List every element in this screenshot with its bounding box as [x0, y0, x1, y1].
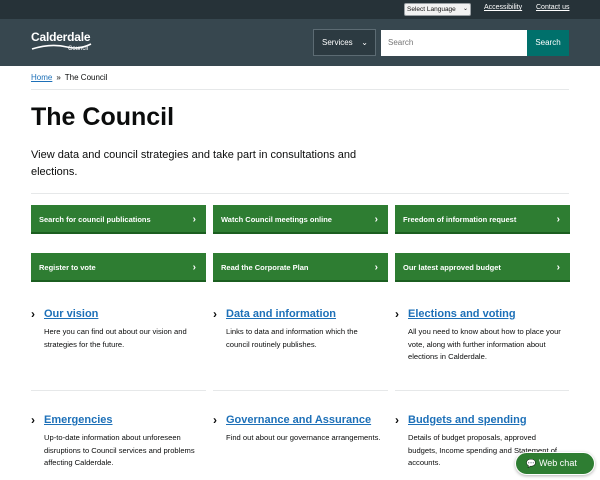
search-input[interactable] [381, 30, 527, 56]
chevron-right-icon: › [192, 214, 196, 225]
divider [31, 390, 206, 391]
quick-link-council-publications[interactable]: Search for council publications › [31, 205, 206, 234]
quick-link-corporate-plan[interactable]: Read the Corporate Plan › [213, 253, 388, 282]
card-title-link[interactable]: Data and information [226, 307, 336, 321]
quick-link-register-to-vote[interactable]: Register to vote › [31, 253, 206, 282]
card-description: Here you can find out about our vision a… [44, 327, 187, 349]
card-our-vision: › Our vision Here you can find out about … [31, 307, 201, 351]
chevron-down-icon: ⌄ [462, 6, 468, 12]
contact-us-link[interactable]: Contact us [536, 4, 569, 11]
chat-bubble-icon: 💬 [526, 459, 536, 468]
card-elections-and-voting: › Elections and voting All you need to kn… [395, 307, 565, 364]
card-description: Links to data and information which the … [226, 327, 358, 349]
calderdale-logo[interactable]: Calderdale Council [31, 30, 101, 56]
quick-link-approved-budget[interactable]: Our latest approved budget › [395, 253, 570, 282]
quick-link-label: Search for council publications [39, 215, 151, 224]
divider [31, 193, 569, 194]
language-select-value: Select Language [407, 6, 456, 13]
breadcrumb-separator: » [56, 73, 61, 82]
language-select[interactable]: Select Language ⌄ [404, 3, 471, 16]
card-description: Up-to-date information about unforeseen … [44, 433, 195, 467]
divider [213, 390, 388, 391]
card-title-link[interactable]: Budgets and spending [408, 413, 527, 427]
card-data-and-information: › Data and information Links to data and … [213, 307, 383, 351]
quick-link-label: Freedom of information request [403, 215, 517, 224]
search-button[interactable]: Search [527, 30, 569, 56]
services-button[interactable]: Services ⌄ [313, 29, 376, 56]
breadcrumb-current: The Council [64, 73, 108, 82]
quick-link-label: Register to vote [39, 263, 96, 272]
accessibility-link[interactable]: Accessibility [484, 4, 522, 11]
divider [395, 390, 569, 391]
chevron-right-icon: › [374, 262, 378, 273]
chevron-right-icon: › [31, 413, 35, 427]
card-emergencies: › Emergencies Up-to-date information abou… [31, 413, 201, 470]
quick-link-label: Our latest approved budget [403, 263, 501, 272]
breadcrumb-home-link[interactable]: Home [31, 73, 52, 82]
quick-link-label: Watch Council meetings online [221, 215, 332, 224]
page-title: The Council [31, 103, 175, 131]
page-intro: View data and council strategies and tak… [31, 149, 357, 178]
chevron-down-icon: ⌄ [361, 38, 368, 47]
chevron-right-icon: › [556, 214, 560, 225]
divider [31, 89, 569, 90]
chevron-right-icon: › [395, 413, 399, 427]
web-chat-button[interactable]: 💬 Web chat [515, 452, 595, 475]
chevron-right-icon: › [31, 307, 35, 321]
services-label: Services [322, 38, 353, 47]
card-title-link[interactable]: Our vision [44, 307, 98, 321]
web-chat-label: Web chat [538, 458, 577, 468]
card-description: Find out about our governance arrangemen… [226, 433, 381, 442]
chevron-right-icon: › [556, 262, 560, 273]
breadcrumb: Home » The Council [31, 73, 107, 82]
card-title-link[interactable]: Elections and voting [408, 307, 516, 321]
quick-link-label: Read the Corporate Plan [221, 263, 309, 272]
card-title-link[interactable]: Governance and Assurance [226, 413, 371, 427]
logo-subtitle: Council [68, 46, 89, 52]
chevron-right-icon: › [192, 262, 196, 273]
quick-link-council-meetings[interactable]: Watch Council meetings online › [213, 205, 388, 234]
chevron-right-icon: › [213, 413, 217, 427]
chevron-right-icon: › [395, 307, 399, 321]
chevron-right-icon: › [213, 307, 217, 321]
card-governance-and-assurance: › Governance and Assurance Find out about… [213, 413, 383, 445]
quick-link-foi-request[interactable]: Freedom of information request › [395, 205, 570, 234]
card-description: All you need to know about how to place … [408, 327, 561, 361]
top-utility-bar: Select Language ⌄ Accessibility Contact … [0, 0, 600, 19]
card-title-link[interactable]: Emergencies [44, 413, 112, 427]
chevron-right-icon: › [374, 214, 378, 225]
